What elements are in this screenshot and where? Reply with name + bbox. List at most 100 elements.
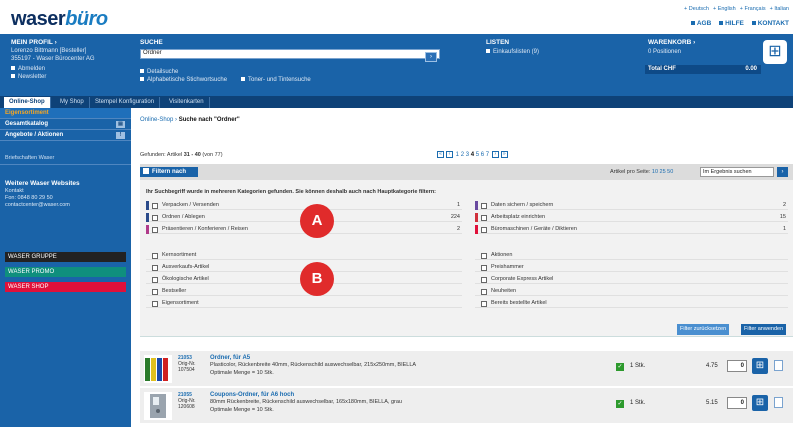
product-title[interactable]: Ordner, für A5 bbox=[210, 355, 250, 361]
product-image[interactable] bbox=[144, 392, 172, 420]
annotation-marker-b: B bbox=[300, 262, 334, 296]
tab-stempel[interactable]: Stempel Konfiguration bbox=[90, 97, 161, 108]
bullet-icon bbox=[11, 66, 15, 71]
notepad-icon[interactable] bbox=[774, 360, 783, 371]
option-row[interactable]: Corporate Express Artikel bbox=[475, 275, 788, 284]
checkbox[interactable] bbox=[481, 289, 487, 295]
logo[interactable]: waserbüro bbox=[11, 9, 108, 29]
cart-total: Total CHF 0.00 bbox=[645, 65, 761, 74]
category-row[interactable]: Daten sichern / speichern 2 bbox=[475, 201, 788, 210]
checkbox[interactable] bbox=[152, 227, 158, 233]
checkbox[interactable] bbox=[152, 265, 158, 271]
per-page-options[interactable]: 10 25 50 bbox=[652, 169, 673, 175]
category-row[interactable]: Arbeitsplatz einrichten 15 bbox=[475, 213, 788, 222]
sidebar-item-eigensortiment[interactable]: Eigensortiment bbox=[0, 108, 131, 119]
stock-unit: 1 Stk. bbox=[630, 400, 646, 406]
checkbox[interactable] bbox=[152, 301, 158, 307]
alpha-search-link[interactable]: Alphabetische Stichwortsuche Toner- und T… bbox=[140, 77, 470, 85]
option-row[interactable]: Eigensortiment bbox=[146, 299, 462, 308]
first-page-button[interactable]: « bbox=[437, 151, 444, 158]
page-5[interactable]: 5 bbox=[476, 152, 479, 158]
product-number: 21053 Orig-Nr. 107504 bbox=[178, 355, 196, 373]
shopping-lists-link[interactable]: Einkaufslisten (9) bbox=[486, 49, 636, 57]
add-to-cart-icon[interactable]: ⊞ bbox=[752, 395, 768, 411]
sidebar-item-angebote[interactable]: Angebote / Aktionen! bbox=[0, 130, 131, 141]
main-tabs: Online-Shop My Shop Stempel Konfiguratio… bbox=[0, 96, 793, 108]
agb-link[interactable]: AGB bbox=[690, 20, 711, 27]
lang-de[interactable]: + Deutsch bbox=[684, 6, 709, 12]
cart-basket-icon[interactable]: ⊞ bbox=[763, 40, 787, 64]
checkbox[interactable] bbox=[481, 301, 487, 307]
product-image[interactable] bbox=[144, 355, 172, 383]
filter-reset-button[interactable]: Filter zurücksetzen bbox=[677, 324, 730, 335]
page-7[interactable]: 7 bbox=[486, 152, 489, 158]
detail-search-link[interactable]: Detailsuche bbox=[140, 69, 470, 77]
search-input[interactable]: Ordner bbox=[140, 49, 440, 59]
results-count: Gefunden: Artikel 31 - 40 (von 77) bbox=[140, 152, 223, 158]
header: waserbüro + Deutsch + English + Français + … bbox=[0, 0, 793, 34]
checkbox[interactable] bbox=[481, 215, 487, 221]
in-stock-icon: ✓ bbox=[616, 400, 624, 408]
result-search-input[interactable]: Im Ergebnis suchen bbox=[700, 167, 774, 177]
option-row[interactable]: Kernsortiment bbox=[146, 251, 462, 260]
last-page-button[interactable]: » bbox=[500, 151, 508, 158]
help-link[interactable]: HILFE bbox=[719, 20, 744, 27]
page-4-current: 4 bbox=[470, 152, 475, 159]
prev-page-button[interactable]: ‹ bbox=[446, 151, 453, 158]
next-page-button[interactable]: › bbox=[491, 151, 499, 158]
waser-promo-link[interactable]: WASER PROMO bbox=[5, 267, 126, 277]
logout-link[interactable]: Abmelden bbox=[11, 66, 131, 74]
top-panel: MEIN PROFIL › Lorenzo Bittmann [Bestelle… bbox=[0, 34, 793, 96]
lang-fr[interactable]: + Français bbox=[740, 6, 766, 12]
category-row[interactable]: Büromaschinen / Geräte / Diktieren 1 bbox=[475, 225, 788, 234]
notepad-icon[interactable] bbox=[774, 397, 783, 408]
option-row[interactable]: Bereits bestellte Artikel bbox=[475, 299, 788, 308]
add-to-cart-icon[interactable]: ⊞ bbox=[752, 358, 768, 374]
waser-gruppe-link[interactable]: WASER GRUPPE bbox=[5, 252, 126, 262]
toner-search-link[interactable]: Toner- und Tintensuche bbox=[241, 77, 311, 83]
annotation-marker-a: A bbox=[300, 204, 334, 238]
contact-link[interactable]: KONTAKT bbox=[751, 20, 789, 27]
option-row[interactable]: Aktionen bbox=[475, 251, 788, 260]
page-2[interactable]: 2 bbox=[461, 152, 464, 158]
checkbox[interactable] bbox=[481, 227, 487, 233]
checkbox[interactable] bbox=[152, 253, 158, 259]
page-6[interactable]: 6 bbox=[481, 152, 484, 158]
waser-shop-link[interactable]: WASER SHOP bbox=[5, 282, 126, 292]
breadcrumb: Online-Shop › Suche nach "Ordner" bbox=[140, 117, 240, 123]
option-row[interactable]: Preishammer bbox=[475, 263, 788, 272]
lang-it[interactable]: + Italian bbox=[770, 6, 789, 12]
profile-title[interactable]: MEIN PROFIL › bbox=[11, 39, 131, 46]
checkbox[interactable] bbox=[481, 277, 487, 283]
option-row[interactable]: Neuheiten bbox=[475, 287, 788, 296]
newsletter-link[interactable]: Newsletter bbox=[11, 74, 131, 82]
breadcrumb-current: Suche nach "Ordner" bbox=[178, 117, 240, 123]
checkbox[interactable] bbox=[481, 265, 487, 271]
quantity-input[interactable]: 0 bbox=[727, 360, 747, 372]
search-go-button[interactable]: › bbox=[425, 52, 437, 62]
page-3[interactable]: 3 bbox=[466, 152, 469, 158]
quantity-input[interactable]: 0 bbox=[727, 397, 747, 409]
checkbox[interactable] bbox=[152, 215, 158, 221]
tab-my-shop[interactable]: My Shop bbox=[55, 97, 90, 108]
filter-toggle-button[interactable]: Filtern nach bbox=[140, 167, 198, 177]
page-1[interactable]: 1 bbox=[456, 152, 459, 158]
email-link[interactable]: contactcenter@waser.com bbox=[5, 202, 70, 208]
briefschaften-link[interactable]: Briefschaften Waser bbox=[0, 155, 131, 165]
checkbox[interactable] bbox=[152, 203, 158, 209]
checkbox[interactable] bbox=[481, 253, 487, 259]
tab-visitenkarten[interactable]: Visitenkarten bbox=[164, 97, 210, 108]
lang-en[interactable]: + English bbox=[713, 6, 736, 12]
result-search-go-button[interactable]: › bbox=[777, 167, 788, 177]
checkbox[interactable] bbox=[481, 203, 487, 209]
breadcrumb-home[interactable]: Online-Shop bbox=[140, 117, 173, 123]
product-title[interactable]: Coupons-Ordner, für A6 hoch bbox=[210, 392, 294, 398]
main-content: Online-Shop › Suche nach "Ordner" Gefund… bbox=[140, 108, 793, 427]
checkbox[interactable] bbox=[152, 277, 158, 283]
optimal-quantity: Optimale Menge = 10 Stk. bbox=[210, 407, 274, 413]
sidebar-item-gesamtkatalog[interactable]: Gesamtkatalog ▤ bbox=[0, 119, 131, 130]
filter-apply-button[interactable]: Filter anwenden bbox=[741, 324, 787, 335]
tab-online-shop[interactable]: Online-Shop bbox=[4, 97, 51, 108]
phone-line: Fon: 0848 80 29 50 bbox=[5, 195, 53, 201]
checkbox[interactable] bbox=[152, 289, 158, 295]
